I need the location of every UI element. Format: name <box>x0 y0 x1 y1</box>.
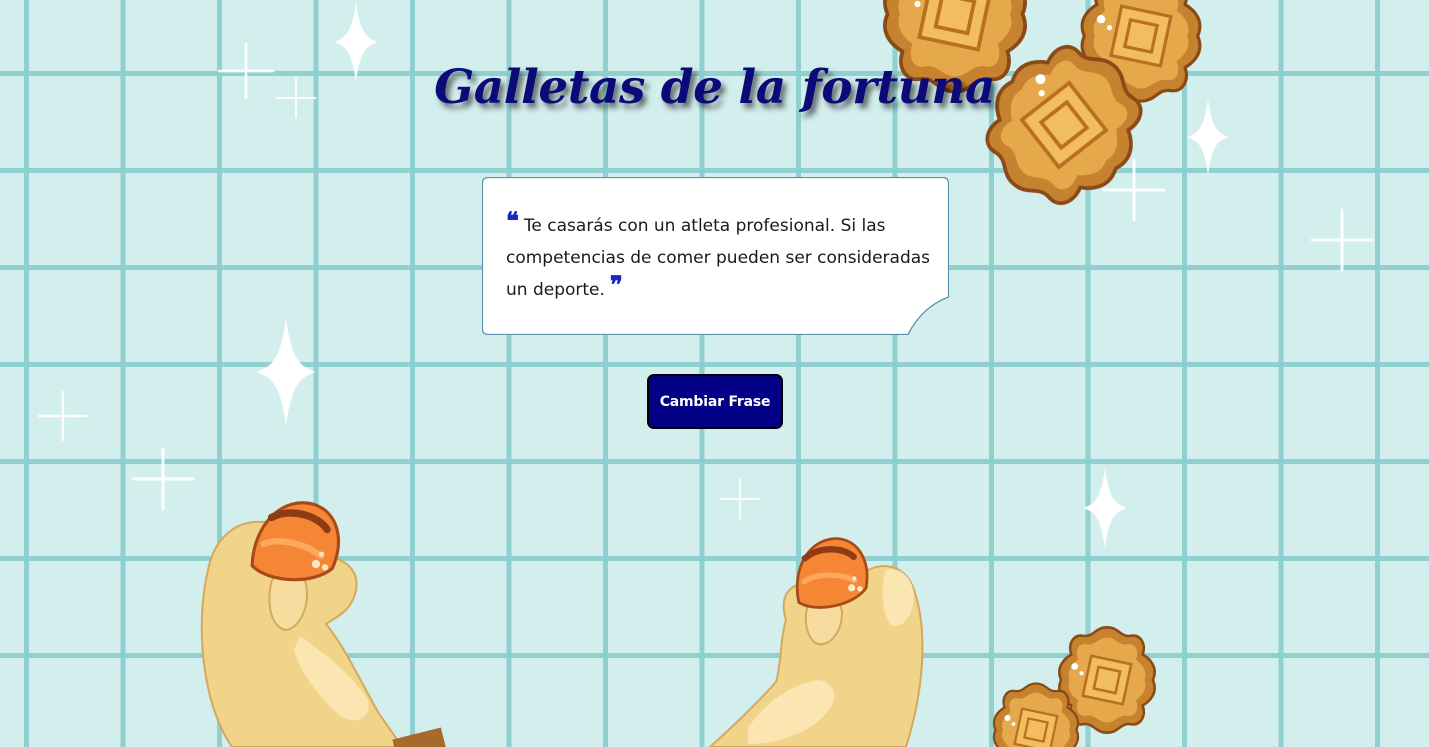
quote-text: Te casarás con un atleta profesional. Si… <box>506 216 931 300</box>
close-quote-icon: ❞ <box>609 270 623 299</box>
change-phrase-button[interactable]: Cambiar Frase <box>647 374 783 429</box>
quote-card: ❝ Te casarás con un atleta profesional. S… <box>482 177 949 335</box>
hand-icon <box>200 497 924 747</box>
page-title: Galletas de la fortuna <box>434 60 995 115</box>
open-quote-icon: ❝ <box>506 206 519 235</box>
fortune-quote: ❝ Te casarás con un atleta profesional. S… <box>506 209 931 306</box>
